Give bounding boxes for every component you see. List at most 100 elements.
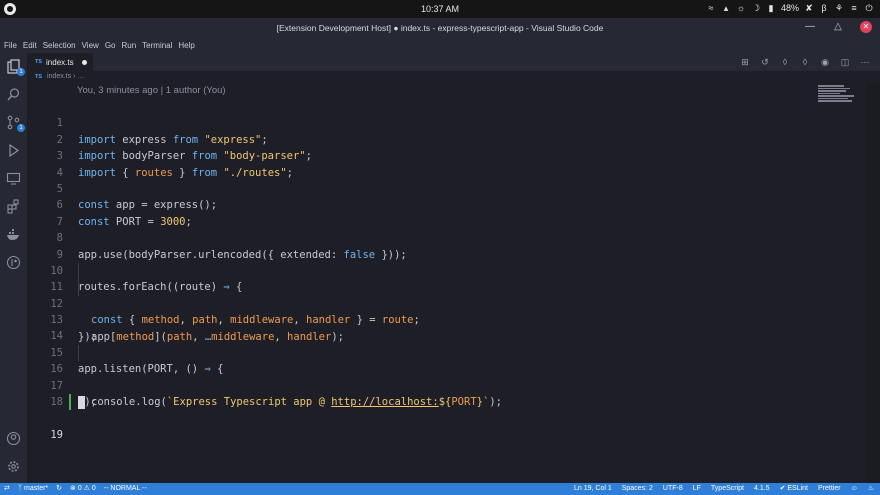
minimap-line [818,100,852,102]
previous-change-icon[interactable]: ◊ [780,57,790,67]
code-line: 7 [27,197,807,228]
menu-view[interactable]: View [82,41,99,50]
minimap-line [818,85,844,87]
more-actions-icon[interactable]: ⋯ [860,57,870,67]
encoding[interactable]: UTF-8 [663,484,683,494]
explorer-icon[interactable]: 1 [6,59,25,76]
cursor-position[interactable]: Ln 19, Col 1 [574,484,612,494]
compare-icon[interactable]: ↺ [760,57,770,67]
power-icon[interactable]: ⏻ [864,3,874,13]
editor-tabs: TS index.ts ⊞ ↺ ◊ ◊ ◉ ◫ ⋯ [27,53,880,71]
airplane-icon[interactable]: ✘ [804,3,814,13]
problems-indicator[interactable]: ⊗ 0 ⚠ 0 [70,484,96,494]
breadcrumb: TS index.ts › … [27,71,880,83]
extensions-icon[interactable] [6,199,21,214]
next-change-icon[interactable]: ◊ [800,57,810,67]
branch-name: master* [24,485,49,492]
window-controls: — △ ✕ [804,21,872,33]
run-debug-icon[interactable] [6,143,21,158]
git-added-marker[interactable] [69,394,71,411]
code-line: 4 [27,148,807,179]
code-line: 18 [27,378,807,408]
manage-gear-icon[interactable] [6,459,21,474]
remote-indicator-icon[interactable]: ⇄ [4,484,10,494]
line-number: 19 [50,428,63,441]
minimize-icon[interactable]: — [804,21,816,33]
breadcrumb-file[interactable]: index.ts [47,73,71,80]
code-line: 8 app.use(bodyParser.urlencoded({ extend… [27,214,807,260]
git-branch[interactable]: ᛉ master* [18,484,48,494]
notifications-icon[interactable]: ⚘ [834,3,844,13]
eslint-status[interactable]: ✔ ESLint [780,484,808,494]
settings-icon[interactable]: ≡ [849,3,859,13]
sync-icon[interactable]: ↻ [56,484,62,494]
vim-mode: -- NORMAL -- [103,485,147,492]
explorer-badge: 1 [17,68,25,76]
unsaved-dot-icon[interactable] [82,60,87,65]
feedback-icon[interactable]: ☺ [851,484,858,494]
code-line: 11 const { method, path, middleware, han… [27,262,807,326]
code-line: 3 import { routes } from "./routes"; [27,132,807,178]
scm-badge: 1 [17,124,25,132]
battery-icon[interactable]: ▮ [766,3,776,13]
night-mode-icon[interactable]: ☽ [751,3,761,13]
window-title: [Extension Development Host] ● index.ts … [276,23,604,33]
status-right: Ln 19, Col 1 Spaces: 2 UTF-8 LF TypeScri… [574,484,874,494]
minimap-line [818,97,848,99]
end-of-line[interactable]: LF [693,484,701,494]
volume-icon[interactable]: ▴ [721,3,731,13]
code-line: 5 const app = express(); [27,165,807,211]
remote-explorer-icon[interactable] [6,171,21,186]
ts-version[interactable]: 4.1.5 [754,484,770,494]
code-line: 16 console.log(`Express Typescript app @… [27,344,807,408]
gitlens-toggle-icon[interactable]: ◉ [820,57,830,67]
menu-terminal[interactable]: Terminal [142,41,172,50]
menu-file[interactable]: File [4,41,17,50]
docker-icon[interactable] [6,227,21,242]
code-line: 6 const PORT = 3000; [27,181,807,227]
gitlens-icon[interactable] [6,255,21,270]
minimap-line [818,92,840,94]
code-line: 14 [27,312,807,342]
wifi-icon[interactable]: ≈ [706,3,716,13]
status-left: ⇄ ᛉ master* ↻ ⊗ 0 ⚠ 0 -- NORMAL -- [4,484,147,494]
prettier-status[interactable]: Prettier [818,484,841,494]
indentation[interactable]: Spaces: 2 [622,484,653,494]
code-line: 1 import express from "express"; [27,99,807,145]
menu-selection[interactable]: Selection [43,41,76,50]
brightness-icon[interactable]: ☼ [736,3,746,13]
indent-guide [78,262,79,280]
block-cursor [78,396,85,410]
vertical-scrollbar[interactable] [866,83,880,483]
menu-help[interactable]: Help [178,41,194,50]
system-tray: ≈ ▴ ☼ ☽ ▮ 48% ✘ β ⚘ ≡ ⏻ [706,3,874,13]
menu-run[interactable]: Run [121,41,136,50]
split-editor-icon[interactable]: ◫ [840,57,850,67]
source-control-icon[interactable]: 1 [6,115,25,132]
minimap-line [818,95,854,97]
status-bar: ⇄ ᛉ master* ↻ ⊗ 0 ⚠ 0 -- NORMAL -- Ln 19… [0,483,880,495]
minimap[interactable] [818,85,858,115]
notifications-bell-icon[interactable]: ♨ [868,484,874,494]
activity-bar: 1 1 [0,53,27,483]
open-changes-icon[interactable]: ⊞ [740,57,750,67]
code-line: 10 routes.forEach((route) ⇒ { [27,247,807,293]
breadcrumb-ts-icon: TS [35,74,43,80]
close-icon[interactable]: ✕ [860,21,872,33]
language-mode[interactable]: TypeScript [711,484,744,494]
menu-edit[interactable]: Edit [23,41,37,50]
search-icon[interactable] [6,87,21,102]
code-editor[interactable]: You, 3 minutes ago | 1 author (You) 1 im… [27,83,880,483]
tab-index-ts[interactable]: TS index.ts [27,53,93,71]
breadcrumb-more[interactable]: › … [73,73,84,80]
minimap-line [818,90,846,92]
window-title-bar: [Extension Development Host] ● index.ts … [0,18,880,38]
indent-guide [78,279,79,296]
accounts-icon[interactable] [6,431,21,446]
codelens-blame[interactable]: You, 3 minutes ago | 1 author (You) [77,85,226,96]
menu-go[interactable]: Go [105,41,116,50]
bluetooth-icon[interactable]: β [819,3,829,13]
tab-label: index.ts [46,57,74,67]
code-line: 13 }); [27,296,807,342]
maximize-icon[interactable]: △ [832,21,844,33]
